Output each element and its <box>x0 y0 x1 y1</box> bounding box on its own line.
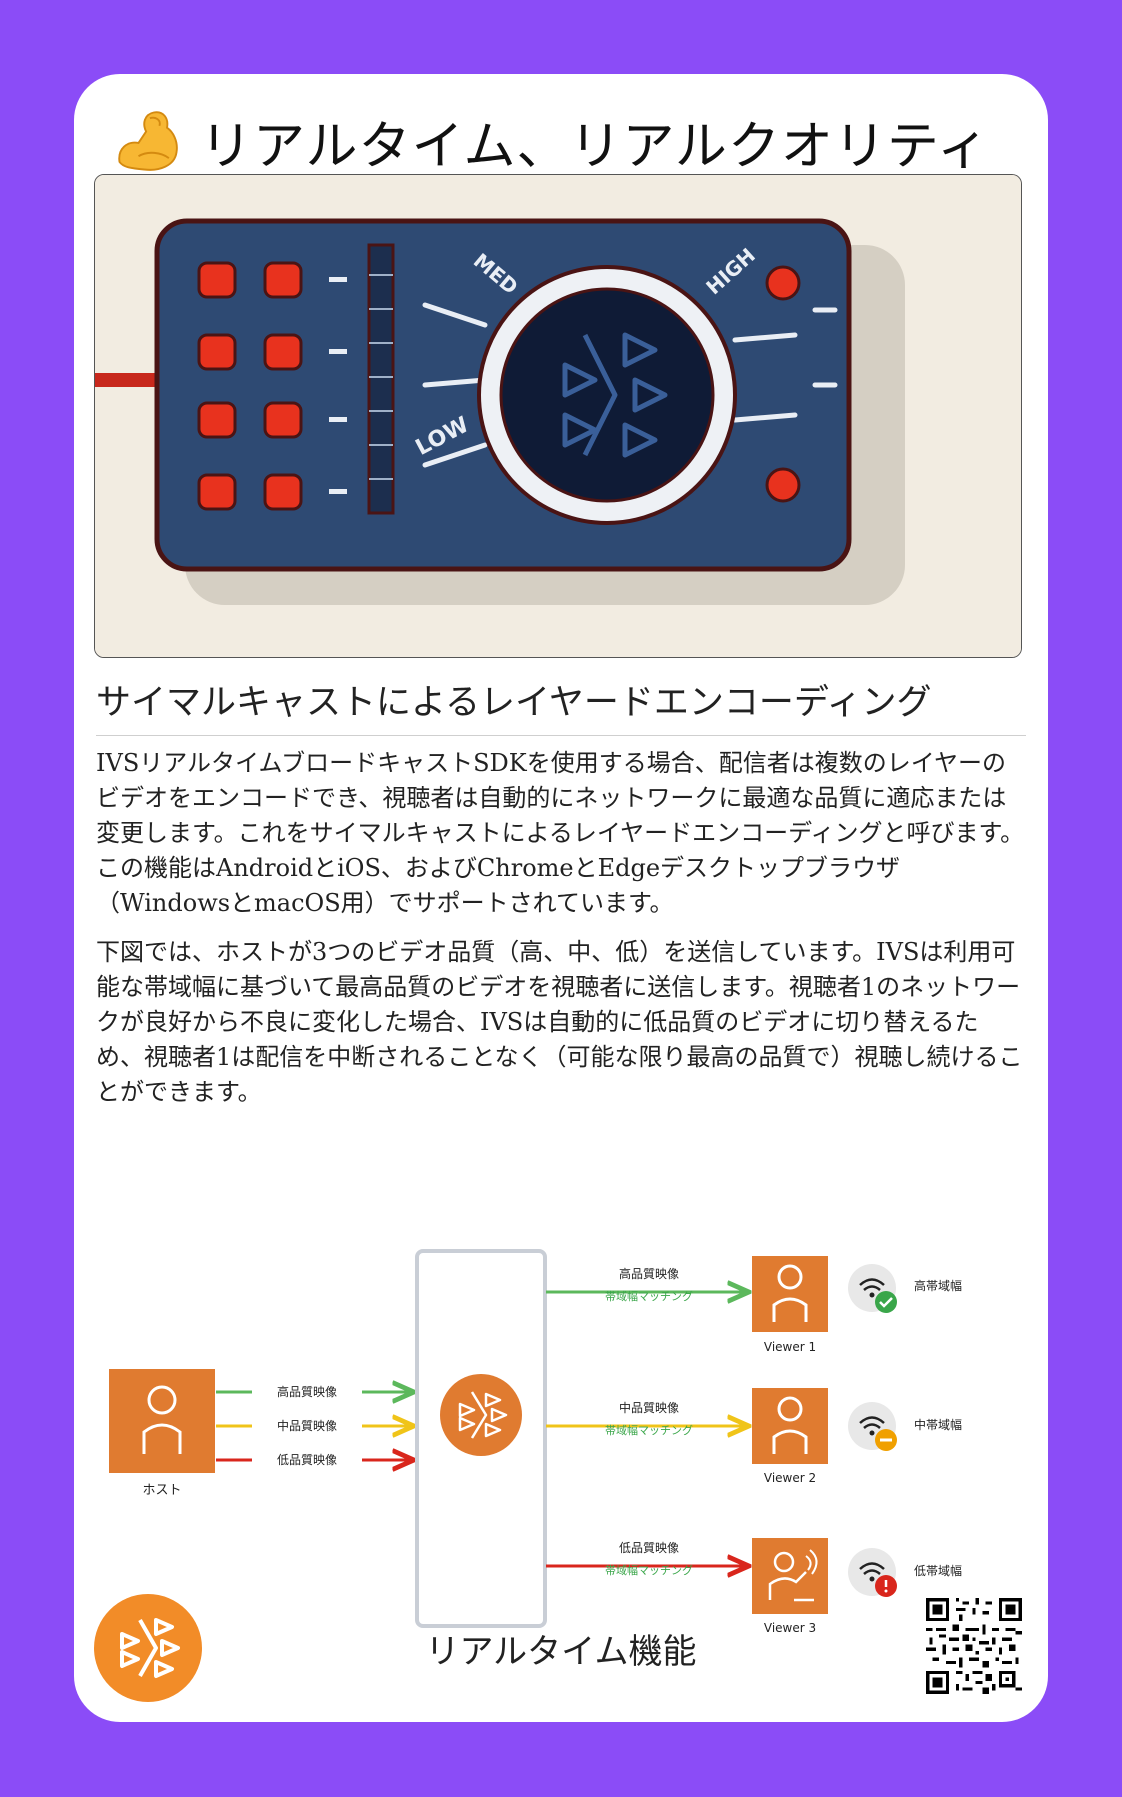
bandwidth-label: 中帯域幅 <box>914 1417 962 1432</box>
flexed-biceps-icon <box>118 111 178 171</box>
host-node: ホスト <box>109 1369 215 1498</box>
viewer-row: 高品質映像 帯域幅マッチング Viewer 1 高帯域幅 <box>546 1256 962 1354</box>
hero-illustration: LOW MED HIGH <box>94 174 1022 658</box>
viewer-name: Viewer 2 <box>764 1471 816 1485</box>
bandwidth-match-label: 帯域幅マッチング <box>605 1423 693 1437</box>
stream-label-low: 低品質映像 <box>277 1452 337 1467</box>
section-heading: サイマルキャストによるレイヤードエンコーディング <box>96 674 1026 736</box>
body-text: IVSリアルタイムブロードキャストSDKを使用する場合、配信者は複数のレイヤーの… <box>96 746 1026 1124</box>
check-icon <box>875 1291 897 1313</box>
bandwidth-match-label: 帯域幅マッチング <box>605 1563 693 1577</box>
bandwidth-match-label: 帯域幅マッチング <box>605 1289 693 1303</box>
viewer-stream-label: 高品質映像 <box>619 1266 679 1281</box>
qr-code-icon[interactable] <box>926 1598 1022 1694</box>
stream-label-high: 高品質映像 <box>277 1384 337 1399</box>
viewer-row: 中品質映像 帯域幅マッチング Viewer 2 中帯域幅 <box>546 1388 962 1485</box>
info-card: リアルタイム、リアルクオリティ LOW MED HIGH サイマルキャストによる… <box>74 74 1048 1722</box>
viewer-name: Viewer 1 <box>764 1340 816 1354</box>
viewer-stream-label: 中品質映像 <box>619 1400 679 1415</box>
bandwidth-label: 高帯域幅 <box>914 1278 962 1293</box>
paragraph-2: 下図では、ホストが3つのビデオ品質（高、中、低）を送信しています。IVSは利用可… <box>96 938 1023 1106</box>
viewer-avatar <box>752 1538 828 1614</box>
footer-label: リアルタイム機能 <box>425 1632 697 1672</box>
bandwidth-label: 低帯域幅 <box>914 1563 962 1578</box>
simulcast-diagram: ホスト 高品質映像 中品質映像 低品質映像 高品質映像 帯域幅マッチング Vie… <box>94 1164 1024 1635</box>
viewer-row: 低品質映像 帯域幅マッチング Viewer 3 低帯域幅 <box>546 1538 962 1635</box>
stream-label-mid: 中品質映像 <box>277 1418 337 1433</box>
paragraph-1: IVSリアルタイムブロードキャストSDKを使用する場合、配信者は複数のレイヤーの… <box>96 749 1025 917</box>
viewer-stream-label: 低品質映像 <box>619 1540 679 1555</box>
page-title: リアルタイム、リアルクオリティ <box>200 116 990 177</box>
host-label: ホスト <box>142 1483 181 1498</box>
ivs-service-icon <box>440 1374 522 1456</box>
title-row: リアルタイム、リアルクオリティ <box>110 96 990 186</box>
